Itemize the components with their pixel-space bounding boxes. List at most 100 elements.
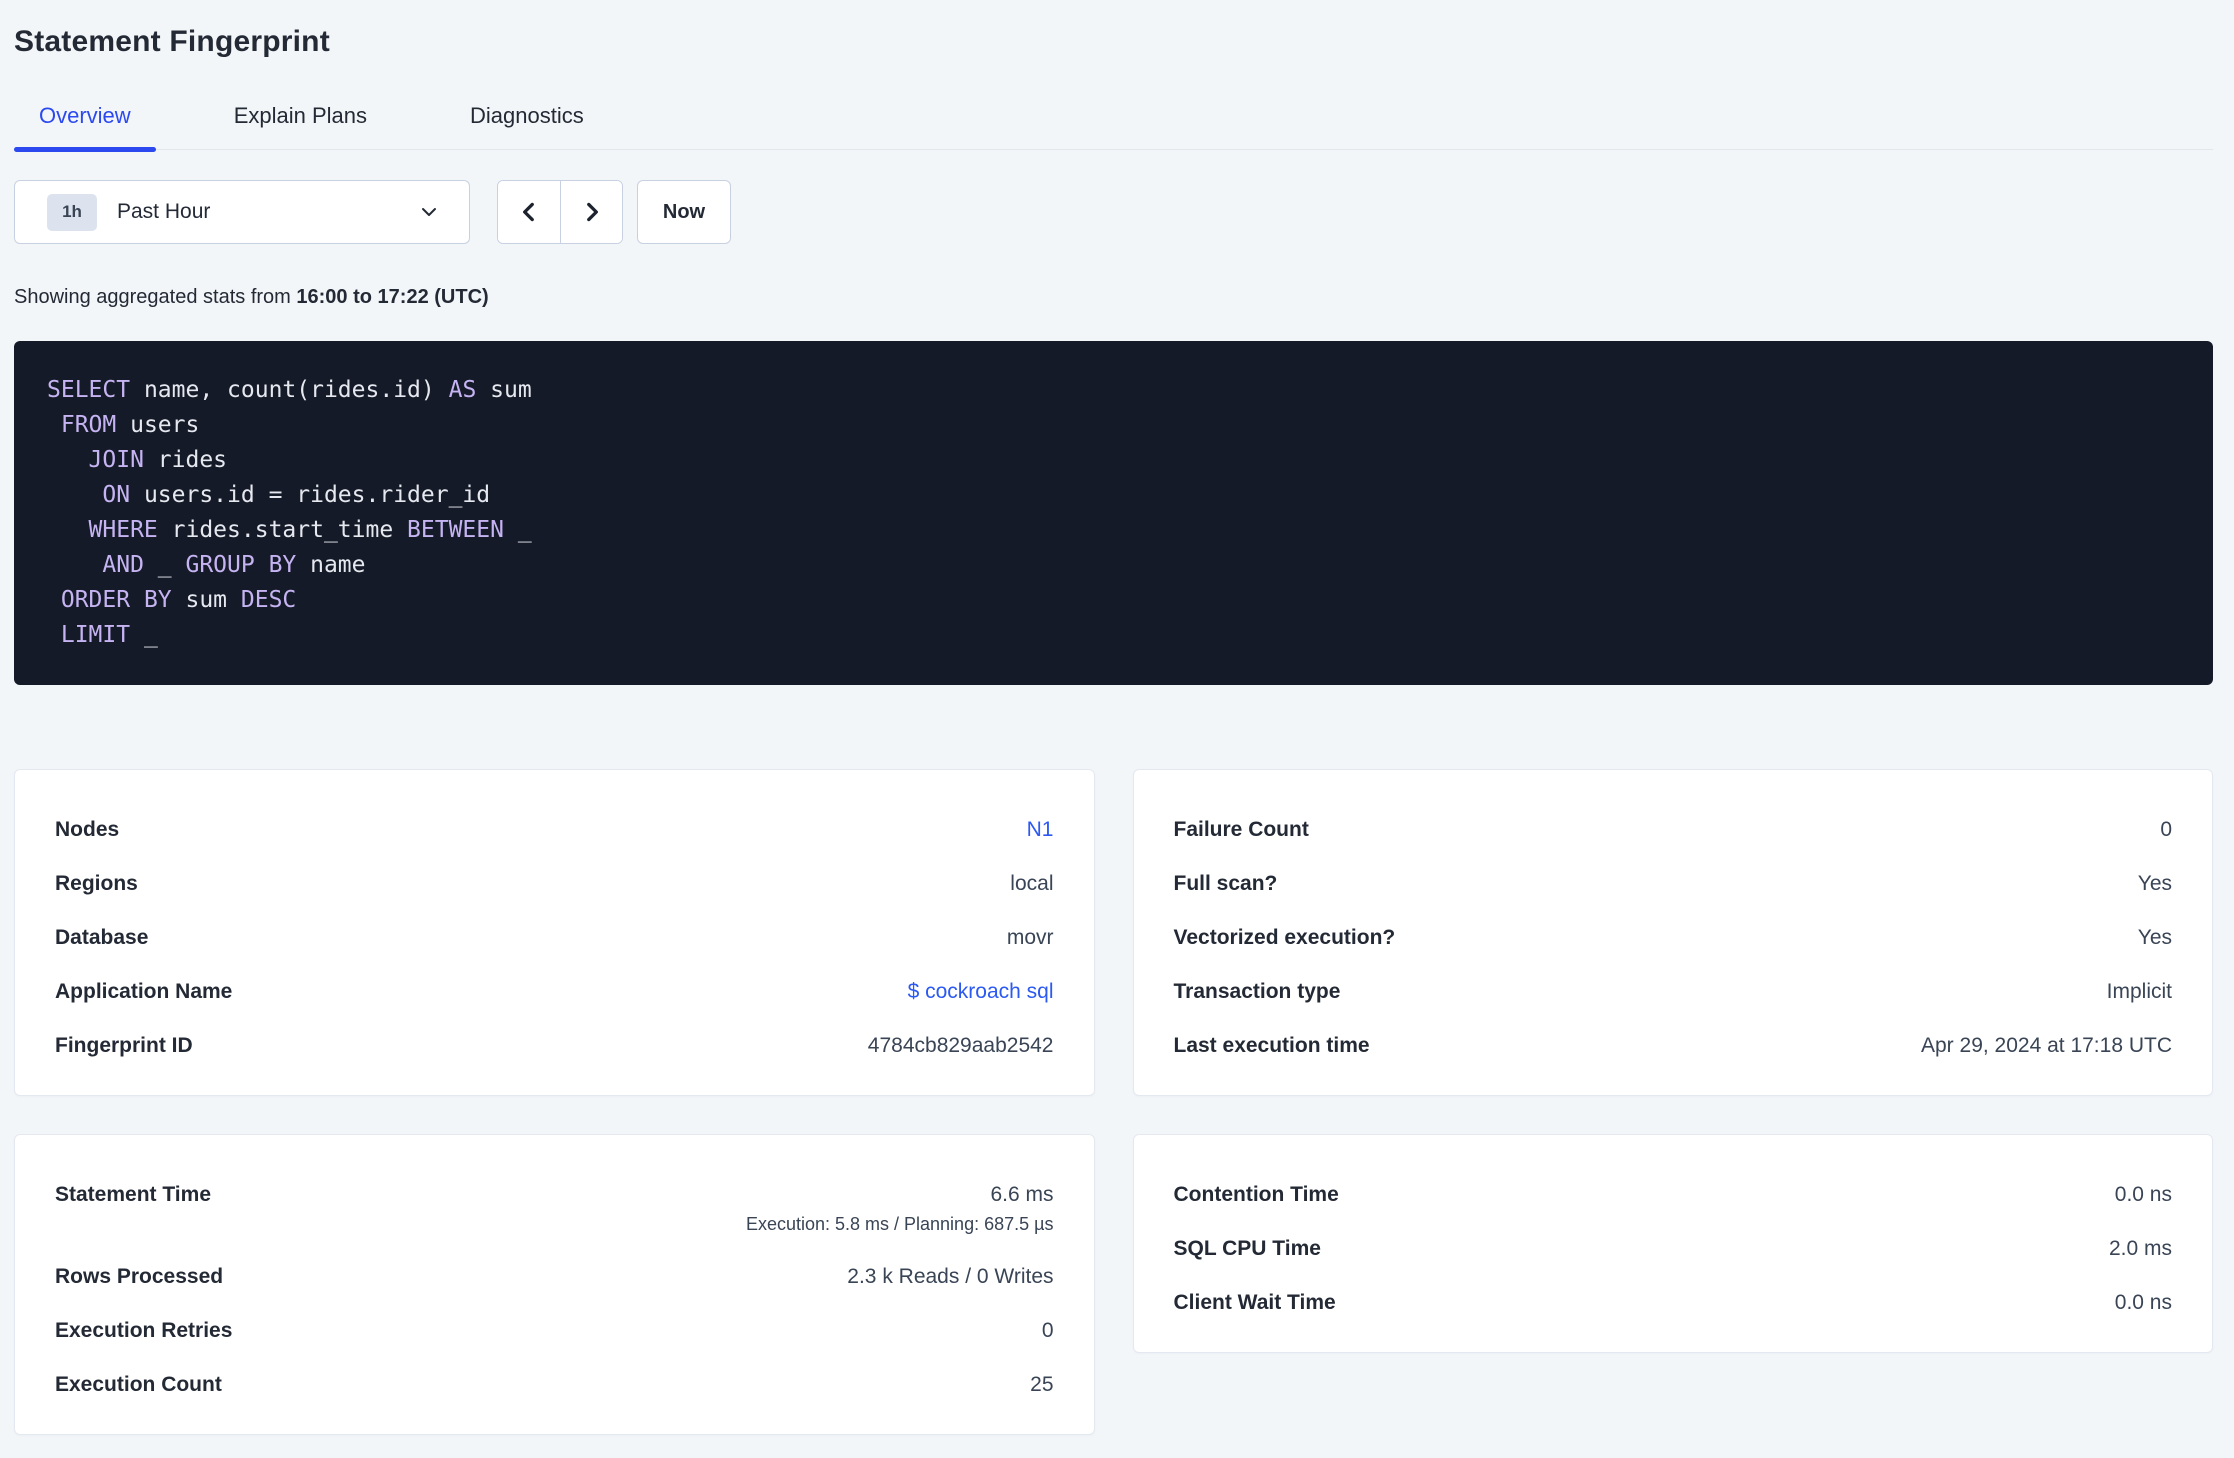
stat-label: Statement Time [55,1183,211,1206]
stat-value: 0 [2160,818,2172,841]
sql-line: ORDER BY sum DESC [60,587,297,613]
time-nav-group [497,180,623,244]
stat-row: Nodes N1 [55,816,1054,843]
statement-details-card: Nodes N1 Regions local Database movr Applicati… [14,769,1095,1096]
overview-cards-row: Nodes N1 Regions local Database movr Applicati… [14,769,2213,1096]
statement-fingerprint-page: Statement Fingerprint Overview Explain P… [0,0,2234,1435]
stat-value: 4784cb829aab2542 [867,1034,1054,1057]
next-time-button[interactable] [560,181,622,243]
stat-row: Transaction type Implicit [1174,978,2173,1005]
stat-row: Rows Processed 2.3 k Reads / 0 Writes [55,1263,1054,1290]
stat-value: movr [1006,926,1054,949]
time-range-label: Past Hour [117,200,211,223]
stat-label: Contention Time [1173,1183,1339,1206]
stat-row: Contention Time 0.0 ns [1174,1181,2173,1208]
tab-overview[interactable]: Overview [14,102,156,152]
stat-row: Full scan? Yes [1174,870,2173,897]
stat-row: Fingerprint ID 4784cb829aab2542 [55,1032,1054,1059]
sql-line: AND _ GROUP BY name [102,552,366,578]
now-button[interactable]: Now [637,180,731,244]
stat-value-wrap: Yes [2138,924,2172,951]
stat-row: Last execution time Apr 29, 2024 at 17:18… [1174,1032,2173,1059]
stat-row: Vectorized execution? Yes [1174,924,2173,951]
execution-attributes-card: Failure Count 0 Full scan? Yes Vectorized ex… [1132,769,2213,1096]
chevron-left-icon [516,199,542,225]
chevron-down-icon [417,200,441,224]
timing-cards-row: Statement Time 6.6 ms Execution: 5.8 ms / … [14,1134,2213,1435]
stat-value-wrap: local [1010,870,1053,897]
stat-label: Full scan? [1173,872,1278,895]
stat-value-wrap: N1 [1027,816,1054,843]
stat-value-wrap: 25 [1030,1371,1053,1398]
stat-row: Execution Count 25 [55,1371,1054,1398]
stat-value-wrap: 0 [2160,816,2172,843]
sql-statement-box: SELECT name, count(rides.id) AS sum FROM… [14,341,2213,685]
stat-value: 2.0 ms [2108,1237,2172,1260]
stat-subvalue: Execution: 5.8 ms / Planning: 687.5 µs [745,1214,1054,1234]
sql-code: SELECT name, count(rides.id) AS sum FROM… [47,373,2180,653]
stats-summary-prefix: Showing aggregated stats from [14,286,297,308]
sql-line: LIMIT _ [60,622,158,648]
stat-value-wrap: Yes [2138,870,2172,897]
stat-label: Transaction type [1173,980,1341,1003]
stat-label: Application Name [55,980,233,1003]
stat-label: Last execution time [1173,1034,1370,1057]
stat-label: Fingerprint ID [55,1034,193,1057]
stat-value-wrap: Implicit [2107,978,2172,1005]
stat-label: Rows Processed [55,1265,224,1288]
stat-row: SQL CPU Time 2.0 ms [1174,1235,2173,1262]
stat-label: Execution Count [55,1373,222,1396]
stat-label: Vectorized execution? [1173,926,1396,949]
sql-line: ON users.id = rides.rider_id [102,482,491,508]
stat-value: Yes [2137,872,2172,895]
sql-line: FROM users [60,412,200,438]
stat-value: 6.6 ms [990,1183,1054,1206]
sql-line: SELECT name, count(rides.id) AS sum [47,377,532,403]
stat-value-wrap: 0.0 ns [2115,1289,2172,1316]
stat-value: Yes [2137,926,2172,949]
sql-line: WHERE rides.start_time BETWEEN _ [88,517,532,543]
stat-value: 0.0 ns [2114,1183,2172,1206]
stat-value-wrap: 2.3 k Reads / 0 Writes [847,1263,1053,1290]
page-title: Statement Fingerprint [14,25,330,58]
tab-bar: Overview Explain Plans Diagnostics [14,102,2213,152]
stat-value-wrap: 0.0 ns [2115,1181,2172,1208]
stat-value-wrap: Apr 29, 2024 at 17:18 UTC [1921,1032,2172,1059]
stat-value: 25 [1030,1373,1054,1396]
stat-label: Nodes [55,818,120,841]
stat-value: Apr 29, 2024 at 17:18 UTC [1921,1034,2172,1057]
stat-label: Regions [55,872,138,895]
stat-row: Database movr [55,924,1054,951]
time-controls-row: 1h Past Hour Now [14,180,2213,244]
stat-value: 2.3 k Reads / 0 Writes [847,1265,1054,1288]
stat-row: Execution Retries 0 [55,1317,1054,1344]
tab-explain-plans[interactable]: Explain Plans [209,102,392,149]
stat-row: Application Name $ cockroach sql [55,978,1054,1005]
tab-diagnostics[interactable]: Diagnostics [445,102,609,149]
sql-line: JOIN rides [88,447,228,473]
chevron-right-icon [579,199,605,225]
stat-value-wrap: $ cockroach sql [908,978,1054,1005]
stat-value: local [1010,872,1054,895]
stats-summary-range: 16:00 to 17:22 (UTC) [296,286,489,308]
stat-value: 0.0 ns [2114,1291,2172,1314]
stat-value: Implicit [2106,980,2172,1003]
time-range-dropdown[interactable]: 1h Past Hour [14,180,470,244]
wait-timing-card: Contention Time 0.0 ns SQL CPU Time 2.0 ms C… [1132,1134,2213,1353]
stat-label: Execution Retries [55,1319,233,1342]
stat-label: Database [55,926,149,949]
interval-badge: 1h [47,193,97,231]
stat-value-wrap: 6.6 ms Execution: 5.8 ms / Planning: 687.… [746,1181,1054,1236]
stat-value-wrap: 4784cb829aab2542 [868,1032,1054,1059]
stat-value-link[interactable]: $ cockroach sql [908,978,1054,1005]
stat-value-wrap: 2.0 ms [2109,1235,2172,1262]
stat-value-wrap: movr [1007,924,1054,951]
stat-label: Client Wait Time [1173,1291,1336,1314]
stats-summary: Showing aggregated stats from 16:00 to 1… [14,284,2213,311]
statement-timing-card: Statement Time 6.6 ms Execution: 5.8 ms / … [14,1134,1095,1435]
stat-row: Regions local [55,870,1054,897]
stat-value-link[interactable]: N1 [1027,816,1054,843]
prev-time-button[interactable] [498,181,560,243]
stat-row: Client Wait Time 0.0 ns [1174,1289,2173,1316]
stat-row: Failure Count 0 [1174,816,2173,843]
